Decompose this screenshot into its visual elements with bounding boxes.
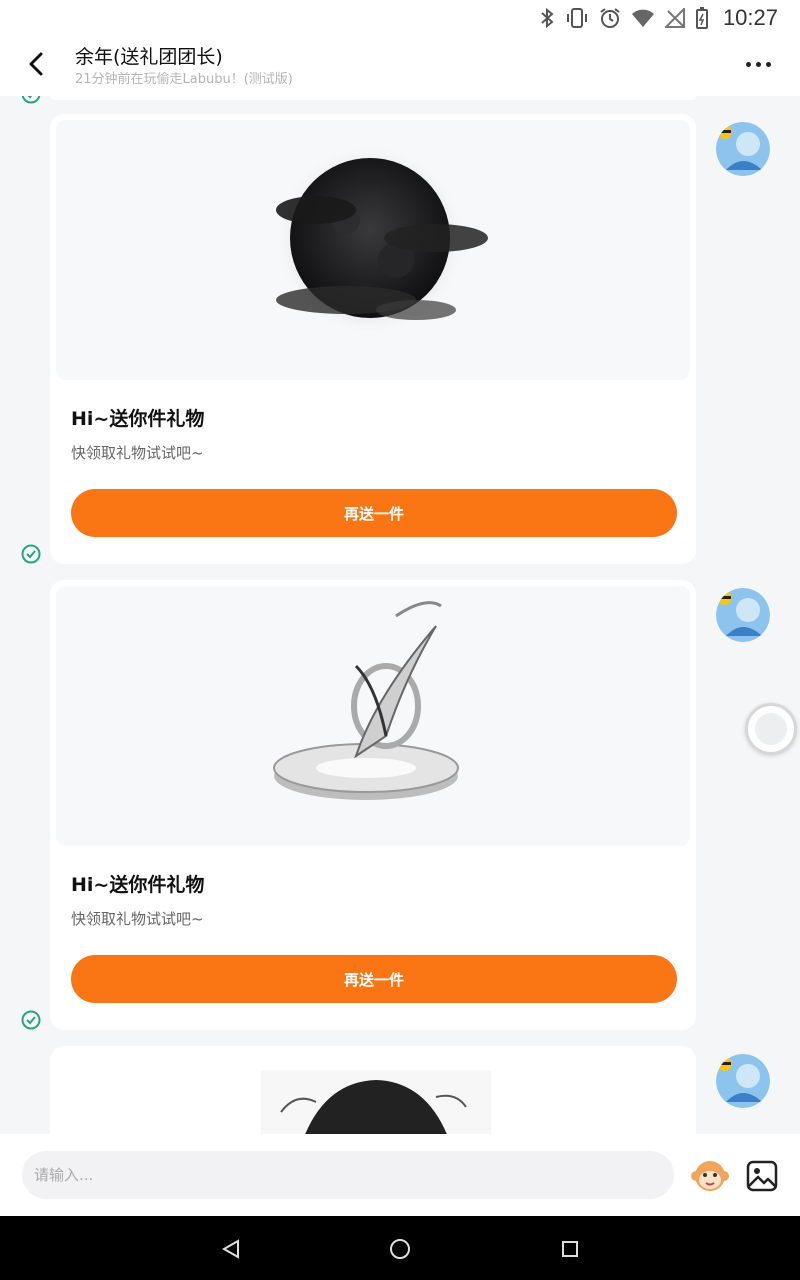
nav-home-icon xyxy=(390,1239,410,1259)
nav-recents-icon xyxy=(562,1241,578,1257)
nav-back-icon xyxy=(221,1239,239,1259)
gift-image xyxy=(56,586,690,846)
avatar[interactable] xyxy=(716,1054,770,1108)
signal-off-icon xyxy=(664,8,685,28)
hair-portrait-image xyxy=(261,1070,491,1134)
check-circle-icon xyxy=(21,96,41,104)
gift-card: Hi~送你件礼物 快领取礼物试试吧~ 再送一件 xyxy=(50,114,696,564)
back-arrow-icon xyxy=(29,52,43,76)
emoji-button[interactable] xyxy=(690,1156,730,1196)
status-icons: 10:27 xyxy=(539,0,778,36)
vibrate-icon xyxy=(566,8,587,28)
bluetooth-icon xyxy=(541,7,554,29)
system-nav-bar xyxy=(0,1216,800,1280)
dark-moon-image xyxy=(274,144,488,336)
check-circle-icon xyxy=(21,1010,41,1030)
gift-card: Hi~送你件礼物 快领取礼物试试吧~ 再送一件 xyxy=(50,580,696,1030)
gift-title: Hi~送你件礼物 xyxy=(71,408,205,430)
gift-description: 快领取礼物试试吧~ xyxy=(71,444,204,462)
gift-image xyxy=(56,1052,690,1134)
send-again-button[interactable]: 再送一件 xyxy=(71,955,677,1003)
image-picker-button[interactable] xyxy=(744,1158,780,1194)
gift-description: 快领取礼物试试吧~ xyxy=(71,910,204,928)
send-again-button[interactable]: 再送一件 xyxy=(71,489,677,537)
back-button[interactable] xyxy=(20,48,52,80)
gift-card xyxy=(50,1046,696,1134)
more-dots-icon xyxy=(745,61,751,67)
nav-home-button[interactable] xyxy=(385,1234,415,1264)
avatar[interactable] xyxy=(716,588,770,642)
wifi-icon xyxy=(631,9,654,27)
battery-icon xyxy=(695,7,708,29)
previous-card-edge xyxy=(50,96,696,100)
status-time: 10:27 xyxy=(722,5,778,30)
chat-title: 余年(送礼团团长) xyxy=(75,46,223,68)
alarm-icon xyxy=(600,8,620,28)
avatar[interactable] xyxy=(716,122,770,176)
nav-recents-button[interactable] xyxy=(555,1234,585,1264)
image-picker-icon xyxy=(746,1160,778,1192)
gift-title: Hi~送你件礼物 xyxy=(71,874,205,896)
more-button[interactable] xyxy=(736,50,780,78)
input-bar xyxy=(0,1134,800,1216)
chat-header: 余年(送礼团团长) 21分钟前在玩偷走Labubu！(测试版) xyxy=(0,36,800,96)
gift-image xyxy=(56,120,690,380)
nav-back-button[interactable] xyxy=(216,1234,246,1264)
check-circle-icon xyxy=(21,544,41,564)
message-input[interactable] xyxy=(22,1151,674,1199)
chat-subtitle: 21分钟前在玩偷走Labubu！(测试版) xyxy=(75,72,293,87)
feather-pedestal-image xyxy=(273,601,459,800)
monkey-emoji-icon xyxy=(691,1161,729,1191)
status-bar: 10:27 xyxy=(0,0,800,36)
chat-list[interactable]: Hi~送你件礼物 快领取礼物试试吧~ 再送一件 Hi~送你件礼物 快领取礼物试试… xyxy=(0,96,800,1134)
floating-ball-button[interactable] xyxy=(745,703,797,755)
